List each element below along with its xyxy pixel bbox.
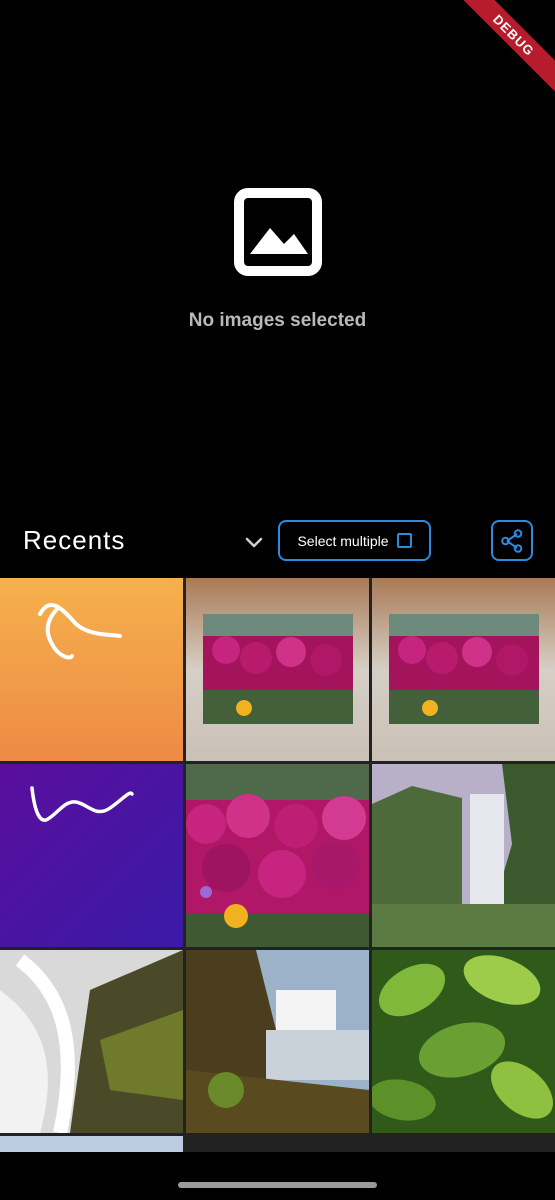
- photo-thumbnail-green-leaves[interactable]: [372, 950, 555, 1133]
- photo-thumbnail-flowers-framed-1[interactable]: [186, 578, 369, 761]
- no-images-selected-text: No images selected: [188, 310, 367, 331]
- gallery-toolbar: Recents Select multiple: [0, 510, 555, 576]
- photo-thumbnail-orange-scribble[interactable]: [0, 578, 183, 761]
- select-multiple-label: Select multiple: [297, 532, 389, 549]
- select-multiple-button[interactable]: Select multiple: [278, 520, 431, 561]
- photo-thumbnail-purple-scribble[interactable]: [0, 764, 183, 947]
- photo-thumbnail-waterfall-canyon[interactable]: [186, 950, 369, 1133]
- home-indicator[interactable]: [178, 1182, 377, 1188]
- album-title[interactable]: Recents: [23, 525, 125, 556]
- image-preview-area: No images selected: [0, 0, 555, 510]
- photo-thumbnail-waterfall-cliff[interactable]: [372, 764, 555, 947]
- chevron-down-icon: [245, 537, 263, 548]
- album-dropdown-button[interactable]: [240, 529, 268, 557]
- photo-thumbnail-waterfall-rocks[interactable]: [0, 950, 183, 1133]
- select-multiple-checkbox[interactable]: [396, 533, 412, 548]
- photo-thumbnail-flowers[interactable]: [186, 764, 369, 947]
- image-placeholder-icon: [233, 188, 322, 276]
- photo-thumbnail-partial[interactable]: [0, 1136, 183, 1152]
- photo-grid: [0, 578, 555, 1152]
- share-icon: [501, 528, 523, 553]
- share-button[interactable]: [491, 520, 533, 561]
- photo-thumbnail-flowers-framed-2[interactable]: [372, 578, 555, 761]
